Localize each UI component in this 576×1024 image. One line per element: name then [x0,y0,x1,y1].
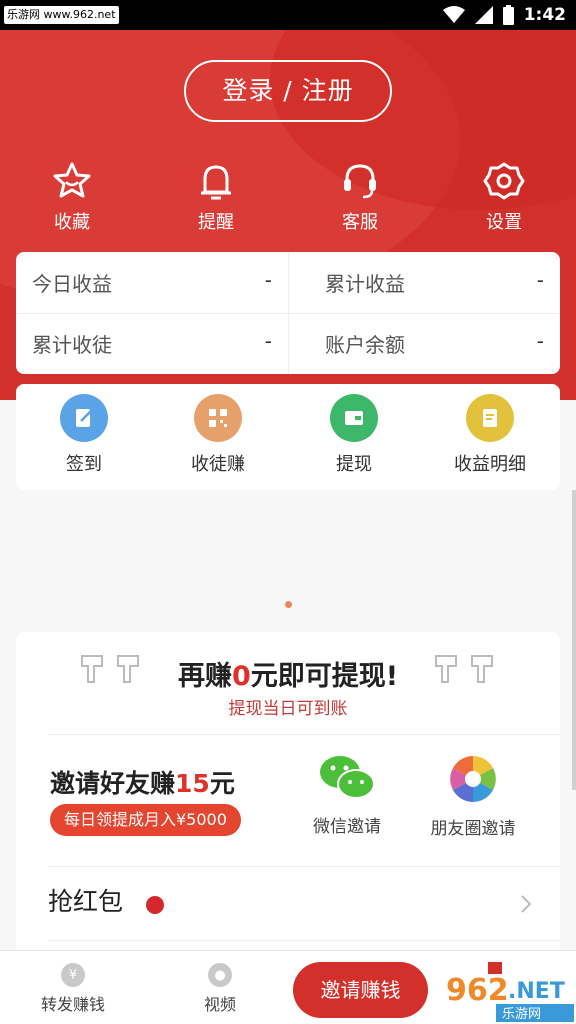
checkin-icon [60,394,108,442]
commission-badge: 每日领提成月入¥5000 [50,804,241,836]
moments-icon [450,756,496,802]
wechat-icon [320,756,375,799]
total-income-label: 累计收益 [325,272,405,296]
bell-icon [201,165,231,200]
battery-icon [502,5,514,25]
tab-forward-earn-label: 转发赚钱 [40,995,105,1014]
income-detail-button[interactable]: 收益明细 [422,394,558,476]
reminder-label: 提醒 [198,212,234,233]
quick-actions: 收藏 提醒 客服 设置 [0,160,576,240]
today-income-value: - [264,268,272,292]
recruit-earn-label: 收徒赚 [191,454,245,475]
qrcode-icon [194,394,242,442]
yen-icon: ¥ [61,963,85,987]
customer-service-label: 客服 [342,212,378,233]
withdraw-button[interactable]: 提现 [286,394,422,476]
notification-dot [146,896,164,914]
settings-button[interactable]: 设置 [454,160,554,234]
svg-text:乐游网: 乐游网 [502,1007,541,1022]
gear-icon [483,162,525,200]
account-balance[interactable]: 账户余额 - [288,313,560,374]
watermark-badge: 乐游网 www.962.net [4,6,119,24]
status-icons: 1:42 [442,4,566,26]
total-disciples[interactable]: 累计收徒 - [16,313,288,374]
tab-video-label: 视频 [203,995,236,1014]
function-card: 签到 收徒赚 提现 收益明细 [16,384,560,490]
wechat-invite-label: 微信邀请 [313,817,381,837]
invite-amount: 15 [175,769,210,798]
svg-text:.NET: .NET [508,979,565,1004]
account-balance-value: - [536,329,544,353]
pointing-hand-icon [435,655,493,683]
total-income[interactable]: 累计收益 - [288,252,560,313]
moments-invite-label: 朋友圈邀请 [430,819,516,839]
svg-text:962: 962 [446,973,509,1008]
settings-label: 设置 [486,212,522,233]
favorites-label: 收藏 [54,212,90,233]
status-bar: 乐游网 www.962.net 1:42 [0,0,576,30]
withdraw-subtitle: 提现当日可到账 [228,699,348,719]
invite-suffix: 元 [209,769,235,798]
invite-friends-title: 邀请好友赚15元 [50,764,235,800]
invite-prefix: 邀请好友赚 [50,769,176,798]
wallet-icon [330,394,378,442]
divider [48,734,560,735]
invite-earn-button[interactable]: 邀请赚钱 [293,962,428,1018]
chevron-right-icon[interactable] [520,894,532,914]
today-income-label: 今日收益 [32,272,112,296]
bill-icon [466,394,514,442]
remaining-amount: 0 [231,661,251,692]
income-stats-card: 今日收益 - 累计收益 - 累计收徒 - 账户余额 - [16,252,560,374]
withdraw-label: 提现 [336,454,372,475]
tab-video[interactable]: ● 视频 [165,963,275,1015]
title-suffix: 元即可提现! [250,661,399,692]
video-reel-icon: ● [208,963,232,987]
account-balance-label: 账户余额 [325,333,405,357]
wifi-icon [442,6,465,23]
income-detail-label: 收益明细 [454,454,526,475]
signal-icon [474,6,493,24]
recruit-earn-button[interactable]: 收徒赚 [150,394,286,476]
scrollbar[interactable] [572,490,576,790]
title-prefix: 再赚 [177,661,232,692]
clock: 1:42 [523,5,566,25]
favorites-button[interactable]: 收藏 [22,160,122,234]
checkin-button[interactable]: 签到 [16,394,152,476]
banner-page-indicator [285,601,292,608]
total-disciples-label: 累计收徒 [32,333,112,357]
headset-icon [344,164,376,199]
red-packet-label[interactable]: 抢红包 [48,882,123,918]
star-icon [53,162,91,198]
today-income[interactable]: 今日收益 - [16,252,288,313]
total-disciples-value: - [264,329,272,353]
tab-forward-earn[interactable]: ¥ 转发赚钱 [18,963,128,1015]
login-register-button[interactable]: 登录 / 注册 [184,60,392,122]
moments-invite-button[interactable]: 朋友圈邀请 [418,754,528,839]
earn-card: 再赚0元即可提现! 提现当日可到账 邀请好友赚15元 每日领提成月入¥5000 … [16,632,560,962]
divider [48,940,560,941]
wechat-invite-button[interactable]: 微信邀请 [292,754,402,837]
reminder-button[interactable]: 提醒 [166,160,266,234]
divider [48,866,560,867]
customer-service-button[interactable]: 客服 [310,160,410,234]
total-income-value: - [536,268,544,292]
checkin-label: 签到 [66,454,102,475]
site-watermark-logo: 962 .NET 乐游网 [440,962,576,1024]
